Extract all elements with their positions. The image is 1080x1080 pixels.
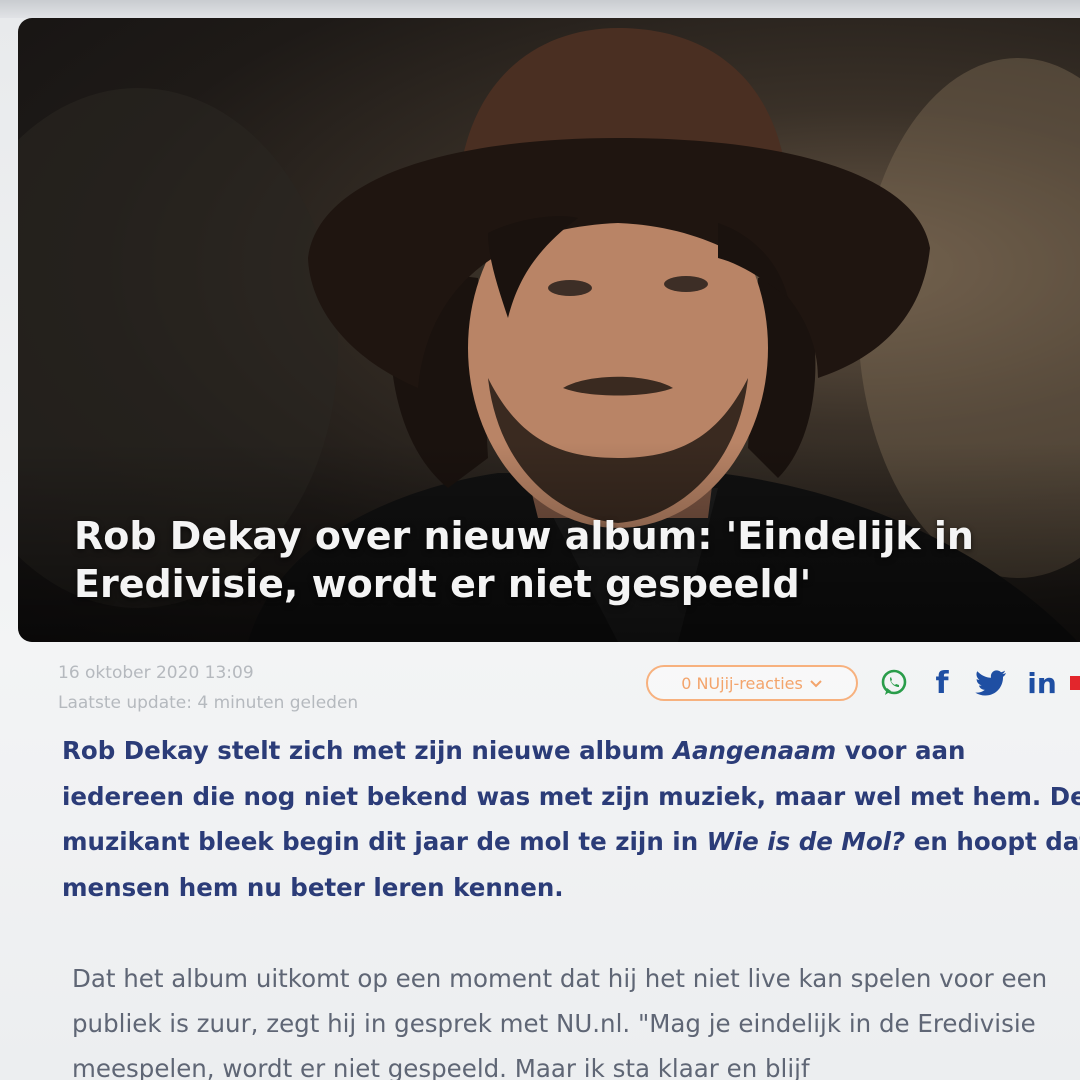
article-meta: 16 oktober 2020 13:09 Laatste update: 4 … — [58, 658, 358, 718]
twitter-icon[interactable] — [974, 664, 1008, 702]
last-update: Laatste update: 4 minuten geleden — [58, 693, 359, 713]
lead-text-1: Rob Dekay stelt zich met zijn nieuwe alb… — [62, 736, 674, 765]
article-lead: Rob Dekay stelt zich met zijn nieuwe alb… — [62, 728, 1080, 910]
facebook-icon[interactable]: f — [928, 664, 956, 702]
monitor-bezel — [0, 0, 1080, 18]
more-share-icon[interactable] — [1070, 676, 1080, 690]
linkedin-icon[interactable]: in — [1022, 664, 1062, 702]
publish-date: 16 oktober 2020 13:09 — [58, 663, 254, 683]
show-title: Wie is de Mol? — [706, 827, 906, 856]
album-title: Aangenaam — [673, 736, 837, 765]
whatsapp-icon[interactable] — [878, 664, 910, 702]
article-headline: Rob Dekay over nieuw album: 'Eindelijk i… — [74, 514, 974, 606]
reactions-label: 0 NUjij-reacties — [681, 673, 803, 693]
reactions-button[interactable]: 0 NUjij-reacties — [646, 665, 858, 701]
browser-screen: Rob Dekay over nieuw album: 'Eindelijk i… — [0, 0, 1080, 1080]
article-body-paragraph: Dat het album uitkomt op een moment dat … — [72, 964, 1048, 1080]
chevron-down-icon — [809, 674, 823, 693]
